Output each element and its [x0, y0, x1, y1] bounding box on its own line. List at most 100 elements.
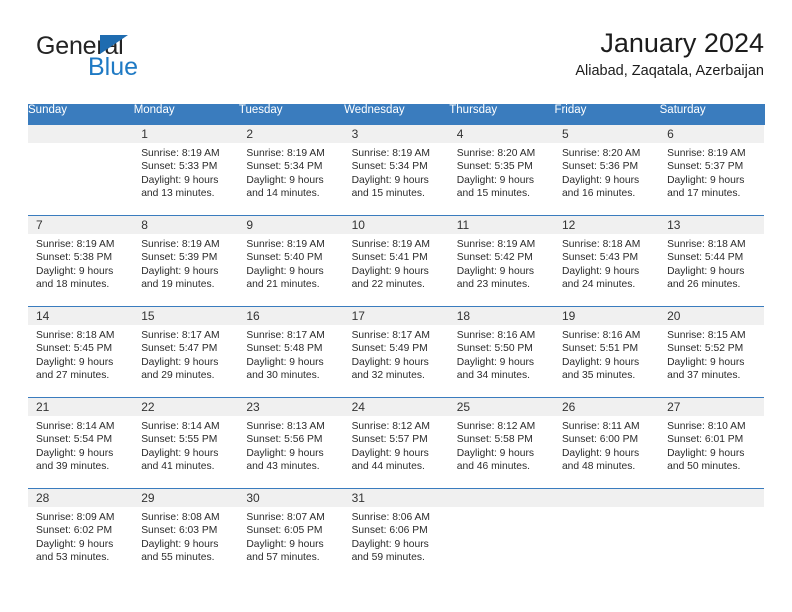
calendar-day-cell[interactable]: 9 Sunrise: 8:19 AM Sunset: 5:40 PM Daylig…: [238, 216, 344, 306]
calendar-day-cell-empty: [659, 489, 765, 579]
day-sun-details: Sunrise: 8:06 AM Sunset: 6:06 PM Dayligh…: [351, 512, 430, 564]
day-number: [448, 489, 554, 507]
day-number: 14: [28, 307, 134, 325]
day-number: 26: [553, 398, 660, 416]
calendar-week-row: 7 Sunrise: 8:19 AM Sunset: 5:38 PM Daylig…: [28, 215, 765, 307]
day-number: 15: [133, 307, 239, 325]
day-number: [553, 489, 660, 507]
calendar-day-cell[interactable]: 22 Sunrise: 8:14 AM Sunset: 5:55 PM Dayli…: [133, 398, 239, 488]
day-sun-details: Sunrise: 8:12 AM Sunset: 5:57 PM Dayligh…: [351, 421, 430, 473]
day-sun-details: Sunrise: 8:19 AM Sunset: 5:40 PM Dayligh…: [246, 239, 325, 291]
day-number: 3: [343, 125, 449, 143]
day-number: 16: [238, 307, 344, 325]
calendar-day-cell[interactable]: 1 Sunrise: 8:19 AM Sunset: 5:33 PM Daylig…: [133, 125, 239, 215]
calendar-day-cell[interactable]: 27 Sunrise: 8:10 AM Sunset: 6:01 PM Dayli…: [659, 398, 765, 488]
day-number: 8: [133, 216, 239, 234]
calendar-day-cell[interactable]: 29 Sunrise: 8:08 AM Sunset: 6:03 PM Dayli…: [133, 489, 239, 579]
calendar-day-cell[interactable]: 19 Sunrise: 8:16 AM Sunset: 5:51 PM Dayli…: [553, 307, 660, 397]
day-number: 17: [343, 307, 449, 325]
calendar-week-row: 14 Sunrise: 8:18 AM Sunset: 5:45 PM Dayli…: [28, 306, 765, 398]
day-number: 4: [448, 125, 554, 143]
day-sun-details: Sunrise: 8:15 AM Sunset: 5:52 PM Dayligh…: [667, 330, 746, 382]
calendar-day-cell[interactable]: 13 Sunrise: 8:18 AM Sunset: 5:44 PM Dayli…: [659, 216, 765, 306]
day-number: 23: [238, 398, 344, 416]
day-sun-details: Sunrise: 8:12 AM Sunset: 5:58 PM Dayligh…: [456, 421, 536, 473]
calendar-day-cell[interactable]: 5 Sunrise: 8:20 AM Sunset: 5:36 PM Daylig…: [553, 125, 660, 215]
calendar-day-cell[interactable]: 7 Sunrise: 8:19 AM Sunset: 5:38 PM Daylig…: [28, 216, 134, 306]
calendar-day-cell[interactable]: 24 Sunrise: 8:12 AM Sunset: 5:57 PM Dayli…: [343, 398, 449, 488]
calendar-table: Sunday Monday Tuesday Wednesday Thursday Frid…: [28, 104, 765, 579]
title-block: January 2024 Aliabad, Zaqatala, Azerbaij…: [575, 28, 764, 80]
day-number: 31: [343, 489, 449, 507]
calendar-day-cell-empty: [448, 489, 554, 579]
day-number: 6: [659, 125, 765, 143]
calendar-day-cell[interactable]: 6 Sunrise: 8:19 AM Sunset: 5:37 PM Daylig…: [659, 125, 765, 215]
day-number: 20: [659, 307, 765, 325]
day-sun-details: Sunrise: 8:09 AM Sunset: 6:02 PM Dayligh…: [36, 512, 115, 564]
day-sun-details: Sunrise: 8:16 AM Sunset: 5:51 PM Dayligh…: [561, 330, 641, 382]
calendar-day-cell[interactable]: 17 Sunrise: 8:17 AM Sunset: 5:49 PM Dayli…: [343, 307, 449, 397]
day-number: [28, 125, 134, 143]
calendar-day-cell[interactable]: 12 Sunrise: 8:18 AM Sunset: 5:43 PM Dayli…: [553, 216, 660, 306]
day-sun-details: Sunrise: 8:18 AM Sunset: 5:45 PM Dayligh…: [36, 330, 115, 382]
day-number: 27: [659, 398, 765, 416]
day-number: 21: [28, 398, 134, 416]
calendar-day-cell[interactable]: 2 Sunrise: 8:19 AM Sunset: 5:34 PM Daylig…: [238, 125, 344, 215]
day-number: [659, 489, 765, 507]
calendar-header-row: Sunday Monday Tuesday Wednesday Thursday Frid…: [28, 104, 765, 125]
page-title: January 2024: [600, 28, 764, 58]
calendar-day-cell[interactable]: 14 Sunrise: 8:18 AM Sunset: 5:45 PM Dayli…: [28, 307, 134, 397]
day-number: 7: [28, 216, 134, 234]
weekday-header-sunday: Sunday: [28, 104, 134, 125]
brand-name-blue: Blue: [88, 53, 139, 81]
weekday-header-friday: Friday: [553, 104, 660, 125]
brand-logo[interactable]: General Blue: [28, 28, 328, 88]
brand-triangle-icon: [100, 35, 128, 54]
weekday-header-saturday: Saturday: [659, 104, 765, 125]
calendar-day-cell[interactable]: 23 Sunrise: 8:13 AM Sunset: 5:56 PM Dayli…: [238, 398, 344, 488]
day-number: 29: [133, 489, 239, 507]
calendar-day-cell[interactable]: 11 Sunrise: 8:19 AM Sunset: 5:42 PM Dayli…: [448, 216, 554, 306]
day-sun-details: Sunrise: 8:19 AM Sunset: 5:42 PM Dayligh…: [456, 239, 536, 291]
day-number: 24: [343, 398, 449, 416]
calendar-day-cell[interactable]: 3 Sunrise: 8:19 AM Sunset: 5:34 PM Daylig…: [343, 125, 449, 215]
day-sun-details: Sunrise: 8:18 AM Sunset: 5:44 PM Dayligh…: [667, 239, 746, 291]
calendar-page: General Blue January 2024 Aliabad, Zaqat…: [0, 0, 792, 612]
day-sun-details: Sunrise: 8:18 AM Sunset: 5:43 PM Dayligh…: [561, 239, 641, 291]
calendar-day-cell[interactable]: 20 Sunrise: 8:15 AM Sunset: 5:52 PM Dayli…: [659, 307, 765, 397]
day-number: 18: [448, 307, 554, 325]
day-number: 22: [133, 398, 239, 416]
calendar-day-cell[interactable]: 18 Sunrise: 8:16 AM Sunset: 5:50 PM Dayli…: [448, 307, 554, 397]
calendar-day-cell[interactable]: 16 Sunrise: 8:17 AM Sunset: 5:48 PM Dayli…: [238, 307, 344, 397]
day-sun-details: Sunrise: 8:08 AM Sunset: 6:03 PM Dayligh…: [141, 512, 220, 564]
day-sun-details: Sunrise: 8:17 AM Sunset: 5:47 PM Dayligh…: [141, 330, 220, 382]
page-subtitle: Aliabad, Zaqatala, Azerbaijan: [575, 63, 764, 80]
day-sun-details: Sunrise: 8:19 AM Sunset: 5:34 PM Dayligh…: [246, 148, 325, 200]
weekday-header-monday: Monday: [133, 104, 239, 125]
calendar-day-cell[interactable]: 25 Sunrise: 8:12 AM Sunset: 5:58 PM Dayli…: [448, 398, 554, 488]
day-sun-details: Sunrise: 8:11 AM Sunset: 6:00 PM Dayligh…: [561, 421, 640, 473]
day-sun-details: Sunrise: 8:19 AM Sunset: 5:37 PM Dayligh…: [667, 148, 746, 200]
day-number: 11: [448, 216, 554, 234]
day-number: 13: [659, 216, 765, 234]
day-sun-details: Sunrise: 8:14 AM Sunset: 5:54 PM Dayligh…: [36, 421, 115, 473]
day-number: 19: [553, 307, 660, 325]
calendar-day-cell[interactable]: 15 Sunrise: 8:17 AM Sunset: 5:47 PM Dayli…: [133, 307, 239, 397]
day-number: 25: [448, 398, 554, 416]
calendar-day-cell[interactable]: 10 Sunrise: 8:19 AM Sunset: 5:41 PM Dayli…: [343, 216, 449, 306]
calendar-week-row: 28 Sunrise: 8:09 AM Sunset: 6:02 PM Dayli…: [28, 488, 765, 579]
calendar-body: 1 Sunrise: 8:19 AM Sunset: 5:33 PM Daylig…: [28, 125, 765, 579]
calendar-day-cell-empty: [553, 489, 660, 579]
calendar-day-cell[interactable]: 31 Sunrise: 8:06 AM Sunset: 6:06 PM Dayli…: [343, 489, 449, 579]
calendar-day-cell[interactable]: 28 Sunrise: 8:09 AM Sunset: 6:02 PM Dayli…: [28, 489, 134, 579]
calendar-day-cell[interactable]: 4 Sunrise: 8:20 AM Sunset: 5:35 PM Daylig…: [448, 125, 554, 215]
calendar-day-cell[interactable]: 21 Sunrise: 8:14 AM Sunset: 5:54 PM Dayli…: [28, 398, 134, 488]
calendar-day-cell[interactable]: 26 Sunrise: 8:11 AM Sunset: 6:00 PM Dayli…: [553, 398, 660, 488]
calendar-day-cell[interactable]: 30 Sunrise: 8:07 AM Sunset: 6:05 PM Dayli…: [238, 489, 344, 579]
day-sun-details: Sunrise: 8:14 AM Sunset: 5:55 PM Dayligh…: [141, 421, 220, 473]
day-sun-details: Sunrise: 8:17 AM Sunset: 5:48 PM Dayligh…: [246, 330, 325, 382]
day-sun-details: Sunrise: 8:19 AM Sunset: 5:39 PM Dayligh…: [141, 239, 220, 291]
day-number: 28: [28, 489, 134, 507]
calendar-day-cell[interactable]: 8 Sunrise: 8:19 AM Sunset: 5:39 PM Daylig…: [133, 216, 239, 306]
day-sun-details: Sunrise: 8:19 AM Sunset: 5:33 PM Dayligh…: [141, 148, 220, 200]
